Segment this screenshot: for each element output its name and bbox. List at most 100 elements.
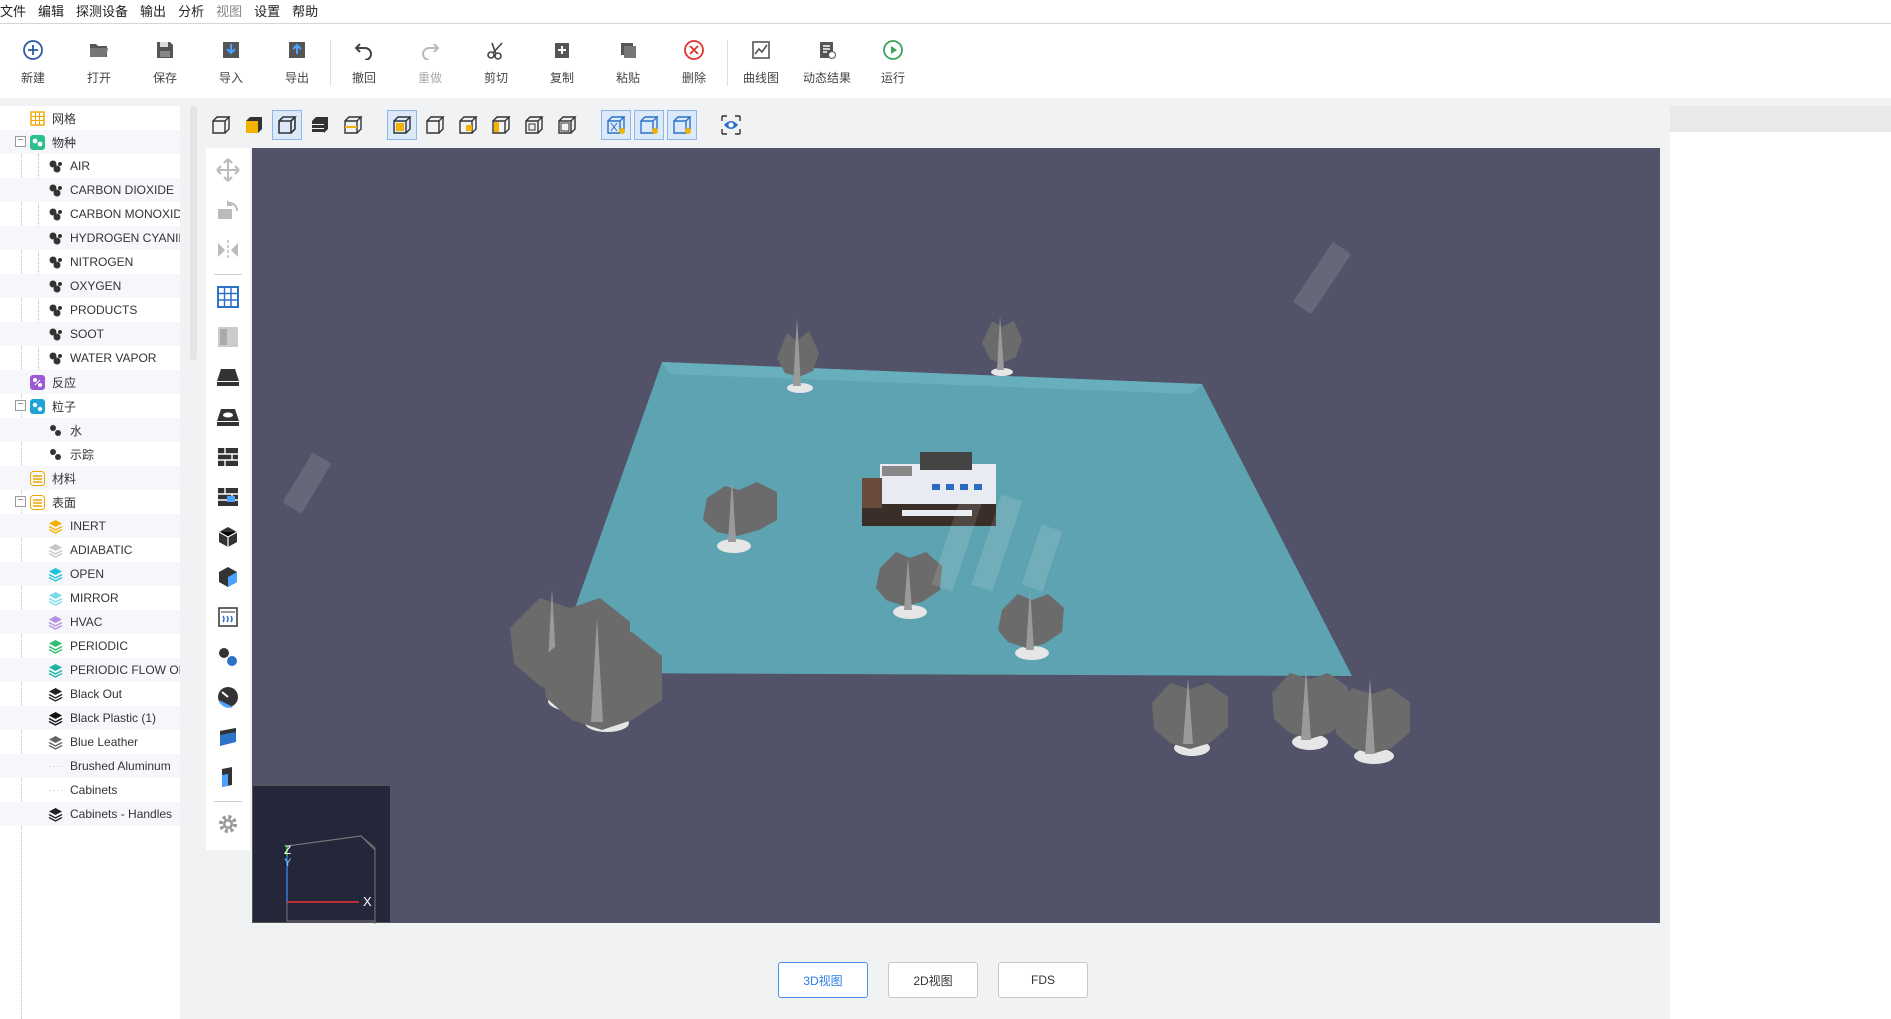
move-tool[interactable] (211, 152, 245, 188)
menu-view[interactable]: 视图 (216, 0, 249, 24)
tree-item-surface[interactable]: Black Plastic (1) (0, 706, 180, 730)
mesh-split-icon (218, 327, 238, 347)
new-button[interactable]: 新建 (0, 24, 66, 86)
settings-tool[interactable] (211, 806, 245, 842)
undo-button[interactable]: 撤回 (331, 24, 397, 86)
window-tool[interactable] (211, 479, 245, 515)
dynamic-results-button[interactable]: 动态结果 (794, 24, 860, 86)
wall-tool[interactable] (211, 439, 245, 475)
menu-edit[interactable]: 编辑 (38, 0, 71, 24)
open-button[interactable]: 打开 (66, 24, 132, 86)
detector-tool[interactable] (211, 679, 245, 715)
collapse-toggle[interactable]: − (15, 400, 26, 411)
delete-button[interactable]: 删除 (661, 24, 727, 86)
camera-top-button[interactable] (552, 110, 582, 140)
tree-item-surface[interactable]: Blue Leather (0, 730, 180, 754)
redo-icon (418, 38, 442, 62)
tree-item-surface[interactable]: HVAC (0, 610, 180, 634)
tree-item-grid[interactable]: 网格 (0, 106, 180, 130)
export-button[interactable]: 导出 (264, 24, 330, 86)
tree-item-particle[interactable]: 示踪 (0, 442, 180, 466)
menu-settings[interactable]: 设置 (254, 0, 287, 24)
camera-left-button[interactable] (486, 110, 516, 140)
tree-item-particles[interactable]: − 粒子 (0, 394, 180, 418)
collapse-toggle[interactable]: − (15, 496, 26, 507)
solid-view-button[interactable] (239, 110, 269, 140)
tree-scrollbar[interactable] (190, 106, 197, 360)
collapse-toggle[interactable]: − (15, 136, 26, 147)
tab-3d-view[interactable]: 3D视图 (778, 962, 868, 998)
view-eye-button[interactable] (716, 110, 746, 140)
rotate-tool[interactable] (211, 192, 245, 228)
tree-item-species[interactable]: OXYGEN (0, 274, 180, 298)
properties-panel (1670, 106, 1891, 1019)
copy-button[interactable]: 复制 (529, 24, 595, 86)
tree-item-surface[interactable]: Cabinets - Handles (0, 802, 180, 826)
curve-chart-button[interactable]: 曲线图 (728, 24, 794, 86)
light-side-button[interactable] (634, 110, 664, 140)
run-button[interactable]: 运行 (860, 24, 926, 86)
redo-button[interactable]: 重做 (397, 24, 463, 86)
tree-item-surface[interactable]: Brushed Aluminum (0, 754, 180, 778)
cube-left-icon (492, 116, 511, 134)
3d-viewport[interactable] (252, 148, 1660, 923)
menu-help[interactable]: 帮助 (292, 0, 325, 24)
slice-tool[interactable] (211, 719, 245, 755)
tree-item-species[interactable]: − 物种 (0, 130, 180, 154)
molecule-icon (49, 160, 62, 172)
tree-item-surface[interactable]: PERIODIC (0, 634, 180, 658)
menu-file[interactable]: 文件 (0, 0, 33, 24)
tree-item-surface[interactable]: MIRROR (0, 586, 180, 610)
camera-right-button[interactable] (519, 110, 549, 140)
camera-iso-button[interactable] (387, 110, 417, 140)
cube-vent-icon (219, 567, 237, 587)
mirror-tool[interactable] (211, 232, 245, 268)
import-button[interactable]: 导入 (198, 24, 264, 86)
tree-item-surface[interactable]: INERT (0, 514, 180, 538)
tree-item-species[interactable]: CARBON MONOXID (0, 202, 180, 226)
boundary-tool[interactable] (211, 759, 245, 795)
camera-front-button[interactable] (420, 110, 450, 140)
particle-tool[interactable] (211, 639, 245, 675)
camera-back-button[interactable] (453, 110, 483, 140)
tree-item-species[interactable]: CARBON DIOXIDE (0, 178, 180, 202)
wireframe-view-button[interactable] (206, 110, 236, 140)
save-button[interactable]: 保存 (132, 24, 198, 86)
tree-item-species[interactable]: HYDROGEN CYANID (0, 226, 180, 250)
tree-item-reaction[interactable]: 反应 (0, 370, 180, 394)
tree-item-surface[interactable]: PERIODIC FLOW ON (0, 658, 180, 682)
slab-tool[interactable] (211, 359, 245, 395)
tree-item-species[interactable]: WATER VAPOR (0, 346, 180, 370)
block-tool[interactable] (211, 519, 245, 555)
materials-icon (30, 470, 45, 486)
mesh-split-tool[interactable] (211, 319, 245, 355)
tree-item-particle[interactable]: 水 (0, 418, 180, 442)
tree-item-surface[interactable]: OPEN (0, 562, 180, 586)
cube-outline-icon (278, 116, 297, 134)
hole-tool[interactable] (211, 399, 245, 435)
vent-tool[interactable] (211, 559, 245, 595)
menu-analysis[interactable]: 分析 (178, 0, 211, 24)
tree-item-surface[interactable]: Cabinets (0, 778, 180, 802)
heater-tool[interactable] (211, 599, 245, 635)
half-view-button[interactable] (338, 110, 368, 140)
layered-view-button[interactable] (305, 110, 335, 140)
mesh-tool[interactable] (211, 279, 245, 315)
menu-devices[interactable]: 探测设备 (76, 0, 135, 24)
tree-item-species[interactable]: NITROGEN (0, 250, 180, 274)
tree-item-surface[interactable]: ADIABATIC (0, 538, 180, 562)
paste-button[interactable]: 粘贴 (595, 24, 661, 86)
light-front-button[interactable] (601, 110, 631, 140)
tree-item-species[interactable]: PRODUCTS (0, 298, 180, 322)
cut-button[interactable]: 剪切 (463, 24, 529, 86)
tree-item-species[interactable]: AIR (0, 154, 180, 178)
tree-item-surfaces[interactable]: − 表面 (0, 490, 180, 514)
menu-output[interactable]: 输出 (140, 0, 173, 24)
tab-2d-view[interactable]: 2D视图 (888, 962, 978, 998)
tree-item-materials[interactable]: 材料 (0, 466, 180, 490)
outline-view-button[interactable] (272, 110, 302, 140)
tab-fds[interactable]: FDS (998, 962, 1088, 998)
tree-item-species[interactable]: SOOT (0, 322, 180, 346)
light-top-button[interactable] (667, 110, 697, 140)
tree-item-surface[interactable]: Black Out (0, 682, 180, 706)
